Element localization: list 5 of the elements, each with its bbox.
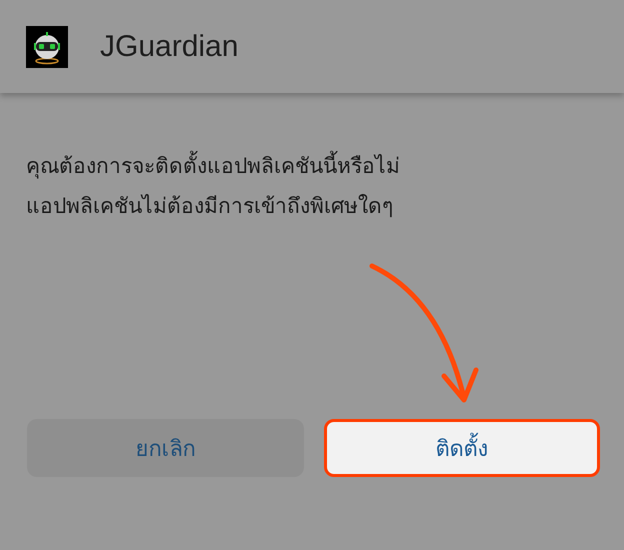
message-text: แอปพลิเคชันไม่ต้องมีการเข้าถึงพิเศษใดๆ <box>26 193 394 220</box>
robot-app-icon <box>26 26 68 68</box>
app-title: JGuardian <box>100 30 238 64</box>
install-button[interactable]: ติดตั้ง <box>324 419 600 477</box>
message-text: คุณต้องการจะติดตั้งแอปพลิเคชันนี้หรือไม่ <box>26 149 598 183</box>
